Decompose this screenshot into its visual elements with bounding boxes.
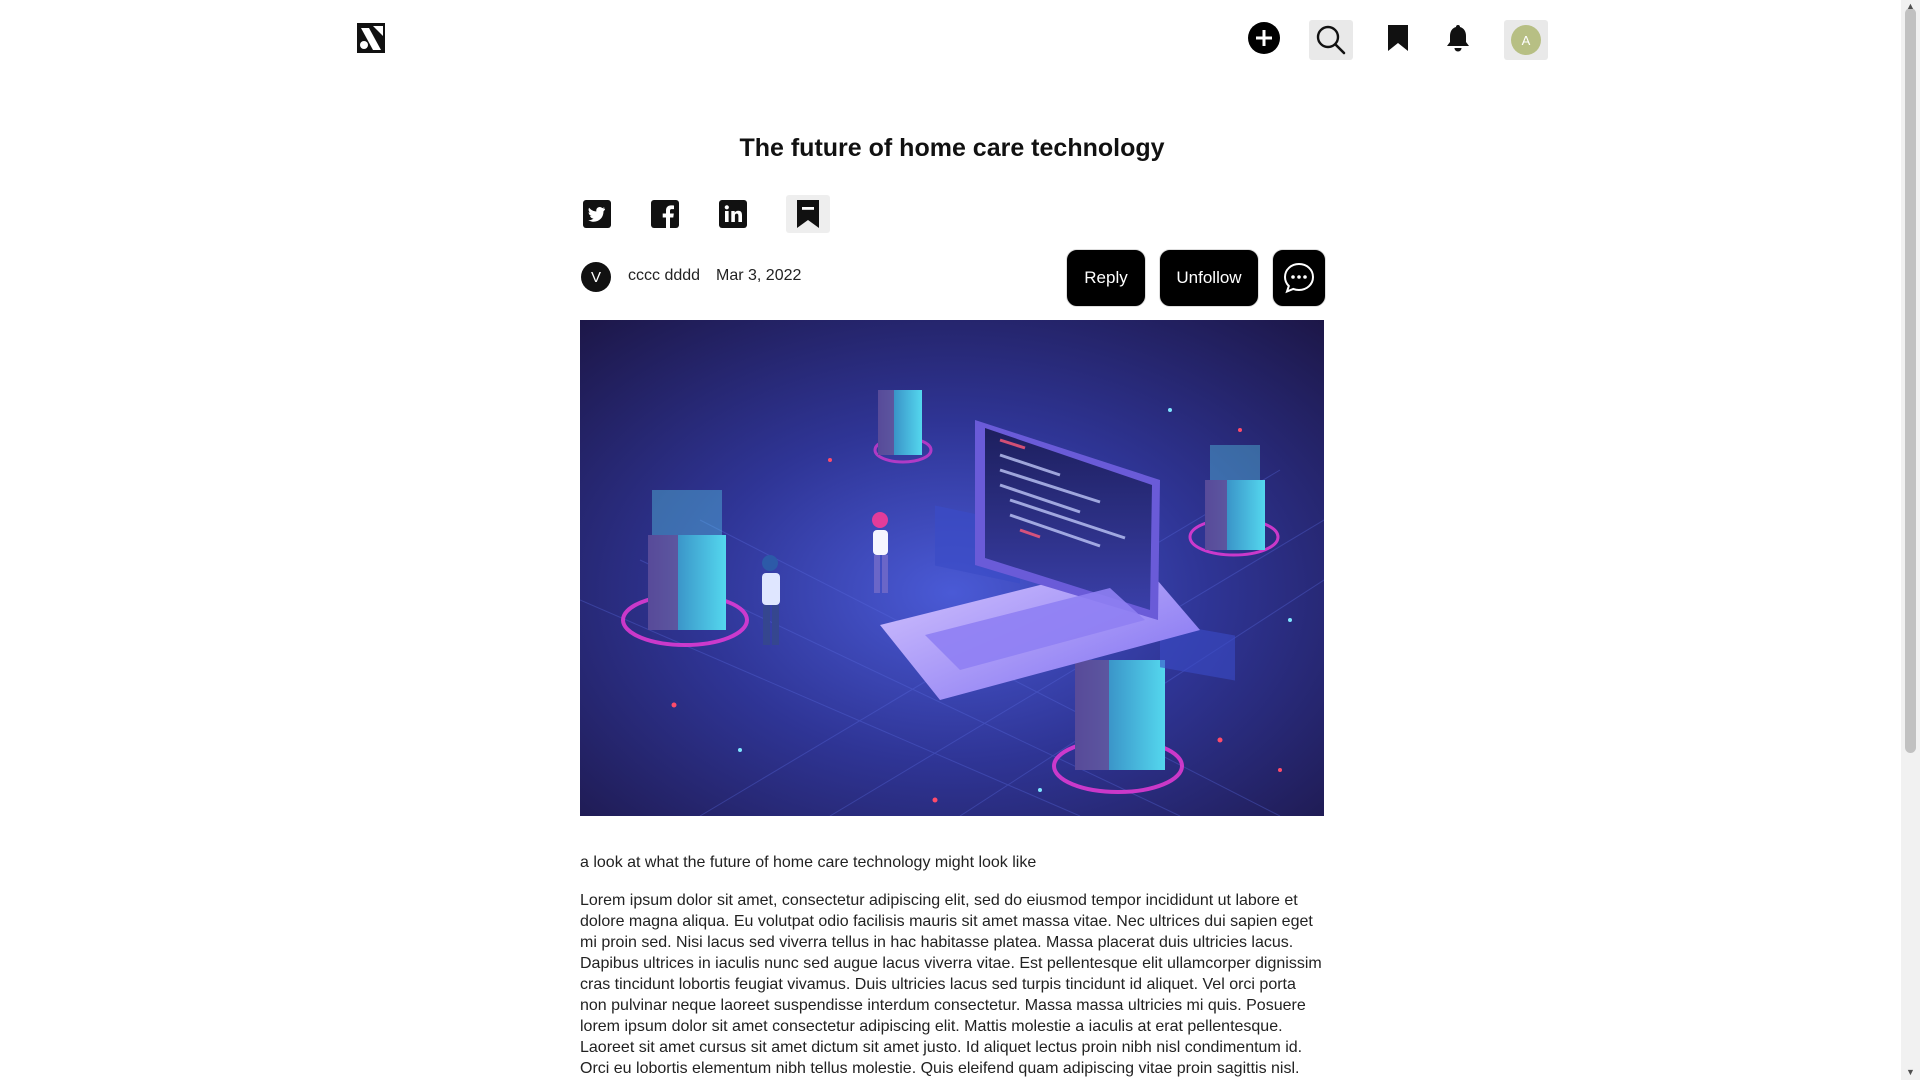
twitter-icon [583,200,611,228]
unfollow-button[interactable]: Unfollow [1160,250,1258,306]
article-title: The future of home care technology [739,134,1165,162]
search-icon [1316,25,1346,55]
article-subtitle: a look at what the future of home care t… [580,854,1037,871]
site-logo[interactable] [355,21,387,55]
add-post-button[interactable] [1247,21,1281,55]
bell-icon [1447,25,1469,52]
scroll-up-arrow-icon[interactable]: ▲ [1903,0,1918,12]
plus-circle-icon [1248,22,1280,54]
scrollbar-thumb[interactable] [1905,8,1916,753]
scroll-down-arrow-icon[interactable]: ▼ [1903,1066,1918,1078]
bookmark-icon [797,200,819,228]
article-body: Lorem ipsum dolor sit amet, consectetur … [580,892,1322,1077]
share-facebook-button[interactable] [648,197,682,231]
bookmark-icon [1388,25,1408,51]
linkedin-icon [719,200,747,228]
user-menu-button[interactable]: A [1504,20,1548,60]
message-button[interactable] [1273,250,1325,306]
notifications-button[interactable] [1443,21,1473,55]
author-name[interactable]: cccc dddd [628,267,700,285]
share-linkedin-button[interactable] [716,197,750,231]
save-article-button[interactable] [786,195,830,233]
search-button[interactable] [1309,20,1353,60]
facebook-icon [651,200,679,228]
article-hero-image [580,320,1324,816]
bookmarks-button[interactable] [1383,21,1413,55]
avatar: A [1511,25,1541,55]
reply-button[interactable]: Reply [1067,250,1145,306]
share-twitter-button[interactable] [580,197,614,231]
author-avatar[interactable]: V [581,262,611,292]
post-date: Mar 3, 2022 [716,267,802,284]
chat-bubble-icon [1283,262,1315,294]
